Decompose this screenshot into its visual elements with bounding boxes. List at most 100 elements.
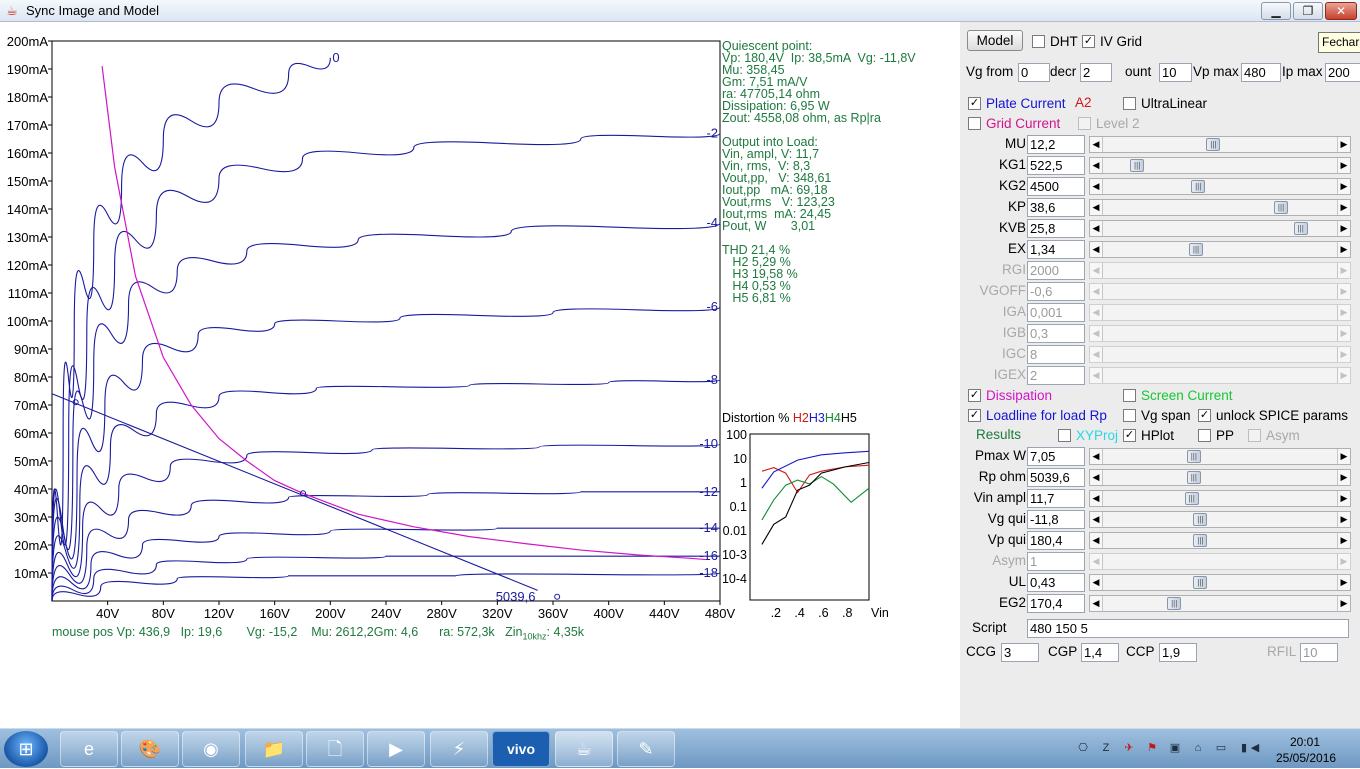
usb-tray-icon[interactable]: ⌂	[1191, 741, 1205, 755]
slider-thumb[interactable]: |||	[1184, 492, 1199, 505]
slider-right-arrow-icon[interactable]: ▶	[1337, 491, 1350, 506]
vp-qui-field[interactable]: 180,4	[1027, 531, 1085, 550]
slider-thumb[interactable]: |||	[1189, 243, 1204, 256]
kp-field[interactable]: 38,6	[1027, 198, 1085, 217]
network-tray-icon[interactable]: ⎔	[1076, 741, 1090, 755]
slider-right-arrow-icon[interactable]: ▶	[1337, 158, 1350, 173]
slider-left-arrow-icon[interactable]: ◀	[1090, 200, 1103, 215]
flag-tray-icon[interactable]: ⚑	[1145, 741, 1159, 755]
slider-left-arrow-icon[interactable]: ◀	[1090, 491, 1103, 506]
clock-time[interactable]: 20:01	[1290, 735, 1320, 749]
unlock-spice-box[interactable]: ✓	[1198, 408, 1211, 422]
ul-slider[interactable]: ◀ ▶ |||	[1089, 574, 1351, 591]
vp-max-field[interactable]: 480	[1241, 63, 1281, 82]
vivo-icon[interactable]: vivo	[492, 731, 550, 767]
vg-from-field[interactable]: 0	[1018, 63, 1050, 82]
slider-thumb[interactable]: |||	[1193, 576, 1208, 589]
slider-right-arrow-icon[interactable]: ▶	[1337, 575, 1350, 590]
hplot-box[interactable]: ✓	[1123, 428, 1136, 442]
kg1-field[interactable]: 522,5	[1027, 156, 1085, 175]
ultralinear-box[interactable]	[1123, 96, 1136, 110]
close-button[interactable]: ✕	[1325, 2, 1357, 20]
pp-box[interactable]	[1198, 428, 1211, 442]
rp-ohm-field[interactable]: 5039,6	[1027, 468, 1085, 487]
clock-date[interactable]: 25/05/2016	[1276, 751, 1336, 765]
grid-current-checkbox[interactable]: Grid Current	[968, 114, 1060, 132]
slider-right-arrow-icon[interactable]: ▶	[1337, 449, 1350, 464]
monitor-tray-icon[interactable]: ▭	[1214, 741, 1228, 755]
ie-icon[interactable]: e	[60, 731, 118, 767]
kg2-field[interactable]: 4500	[1027, 177, 1085, 196]
screen-current-checkbox[interactable]: Screen Current	[1123, 386, 1233, 404]
start-button[interactable]: ⊞	[4, 731, 48, 767]
slider-right-arrow-icon[interactable]: ▶	[1337, 533, 1350, 548]
vp-qui-slider[interactable]: ◀ ▶ |||	[1089, 532, 1351, 549]
media-player-icon[interactable]: ▶	[367, 731, 425, 767]
device-tray-icon[interactable]: ▣	[1168, 741, 1182, 755]
vin-ampl-slider[interactable]: ◀ ▶ |||	[1089, 490, 1351, 507]
slider-right-arrow-icon[interactable]: ▶	[1337, 470, 1350, 485]
slider-left-arrow-icon[interactable]: ◀	[1090, 242, 1103, 257]
eg2-field[interactable]: 170,4	[1027, 594, 1085, 613]
slider-left-arrow-icon[interactable]: ◀	[1090, 470, 1103, 485]
mu-field[interactable]: 12,2	[1027, 135, 1085, 154]
slider-thumb[interactable]: |||	[1193, 534, 1208, 547]
slider-thumb[interactable]: |||	[1206, 138, 1221, 151]
volume-tray-icon[interactable]: ◀	[1248, 741, 1262, 755]
slider-thumb[interactable]: |||	[1130, 159, 1145, 172]
ex-slider[interactable]: ◀ ▶ |||	[1089, 241, 1351, 258]
slider-left-arrow-icon[interactable]: ◀	[1090, 512, 1103, 527]
slider-right-arrow-icon[interactable]: ▶	[1337, 512, 1350, 527]
z-tray-icon[interactable]: Z	[1099, 741, 1113, 755]
loadline-checkbox[interactable]: ✓ Loadline for load Rp	[968, 406, 1107, 424]
slider-thumb[interactable]: |||	[1193, 513, 1208, 526]
hplot-checkbox[interactable]: ✓ HPlot	[1123, 426, 1174, 444]
paint-icon[interactable]: 🎨	[121, 731, 179, 767]
dissipation-box[interactable]: ✓	[968, 388, 981, 402]
slider-right-arrow-icon[interactable]: ▶	[1337, 242, 1350, 257]
slider-right-arrow-icon[interactable]: ▶	[1337, 200, 1350, 215]
kg2-slider[interactable]: ◀ ▶ |||	[1089, 178, 1351, 195]
unlock-spice-checkbox[interactable]: ✓ unlock SPICE params	[1198, 406, 1348, 424]
chrome-icon[interactable]: ◉	[182, 731, 240, 767]
slider-left-arrow-icon[interactable]: ◀	[1090, 137, 1103, 152]
java-icon[interactable]: ☕	[555, 731, 613, 767]
slider-right-arrow-icon[interactable]: ▶	[1337, 596, 1350, 611]
winamp-icon[interactable]: ⚡	[430, 731, 488, 767]
slider-thumb[interactable]: |||	[1186, 450, 1201, 463]
kvb-field[interactable]: 25,8	[1027, 219, 1085, 238]
mu-slider[interactable]: ◀ ▶ |||	[1089, 136, 1351, 153]
vg-qui-field[interactable]: -11,8	[1027, 510, 1085, 529]
dissipation-checkbox[interactable]: ✓ Dissipation	[968, 386, 1052, 404]
slider-left-arrow-icon[interactable]: ◀	[1090, 449, 1103, 464]
model-button[interactable]: Model	[967, 30, 1023, 51]
loadline-box[interactable]: ✓	[968, 408, 981, 422]
vg-qui-slider[interactable]: ◀ ▶ |||	[1089, 511, 1351, 528]
dht-checkbox[interactable]: DHT	[1032, 32, 1078, 50]
ccp-field[interactable]: 1,9	[1159, 643, 1197, 662]
kvb-slider[interactable]: ◀ ▶ |||	[1089, 220, 1351, 237]
slider-thumb[interactable]: |||	[1274, 201, 1289, 214]
slider-right-arrow-icon[interactable]: ▶	[1337, 179, 1350, 194]
ex-field[interactable]: 1,34	[1027, 240, 1085, 259]
dht-box[interactable]	[1032, 34, 1045, 48]
plate-current-checkbox[interactable]: ✓ Plate Current	[968, 94, 1066, 112]
slider-left-arrow-icon[interactable]: ◀	[1090, 596, 1103, 611]
ccg-field[interactable]: 3	[1001, 643, 1039, 662]
vg-span-checkbox[interactable]: Vg span	[1123, 406, 1191, 424]
slider-thumb[interactable]: |||	[1191, 180, 1206, 193]
slider-thumb[interactable]: |||	[1167, 597, 1182, 610]
maximize-button[interactable]: ❐	[1293, 2, 1323, 20]
pmax-w-slider[interactable]: ◀ ▶ |||	[1089, 448, 1351, 465]
iv-grid-checkbox[interactable]: ✓ IV Grid	[1082, 32, 1142, 50]
iv-grid-box[interactable]: ✓	[1082, 34, 1095, 48]
ip-max-field[interactable]: 200	[1325, 63, 1360, 82]
explorer-icon[interactable]: 📁	[245, 731, 303, 767]
file-icon[interactable]: 🗋	[306, 731, 364, 767]
plate-current-box[interactable]: ✓	[968, 96, 981, 110]
pmax-w-field[interactable]: 7,05	[1027, 447, 1085, 466]
antivirus-tray-icon[interactable]: ✈	[1122, 741, 1136, 755]
xyproj-checkbox[interactable]: XYProj	[1058, 426, 1118, 444]
xyproj-box[interactable]	[1058, 428, 1071, 442]
ul-field[interactable]: 0,43	[1027, 573, 1085, 592]
